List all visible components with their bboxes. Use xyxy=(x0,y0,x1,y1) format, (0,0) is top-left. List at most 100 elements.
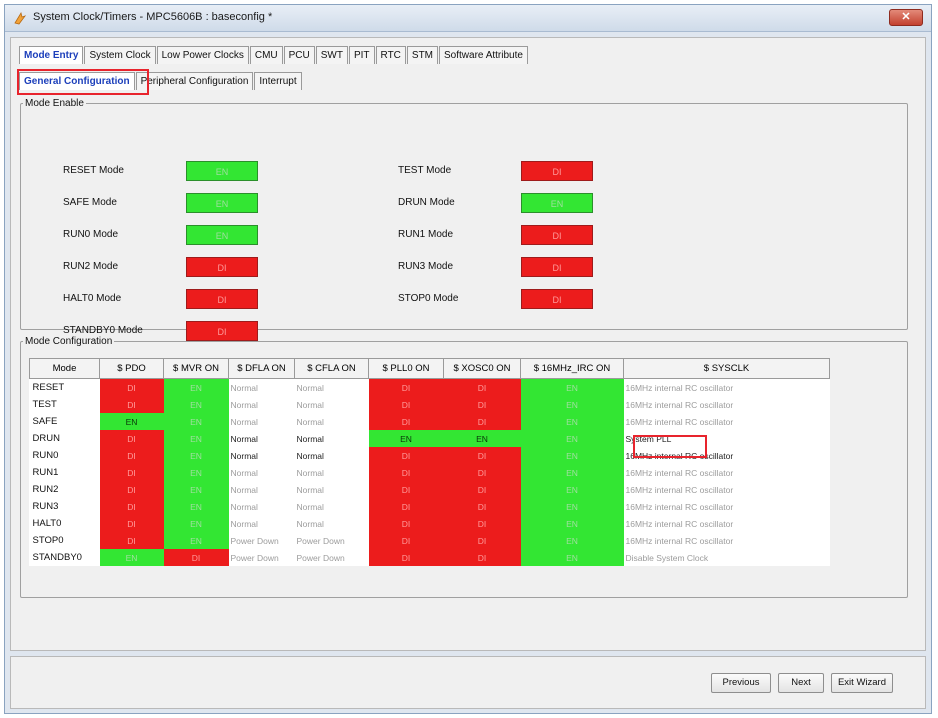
flash-mode-cell[interactable]: Normal xyxy=(229,430,295,447)
sysclk-cell[interactable]: 16MHz internal RC oscillator xyxy=(624,498,830,515)
toggle-cell[interactable]: EN xyxy=(163,464,229,481)
toggle-cell[interactable]: EN xyxy=(163,498,229,515)
flash-mode-cell[interactable]: Normal xyxy=(295,498,369,515)
toggle-cell[interactable]: DI xyxy=(99,481,164,498)
flash-mode-cell[interactable]: Normal xyxy=(229,379,295,397)
tab-system-clock[interactable]: System Clock xyxy=(84,46,156,64)
toggle-cell[interactable]: DI xyxy=(99,498,164,515)
toggle-cell[interactable]: DI xyxy=(368,378,444,396)
flash-mode-cell[interactable]: Normal xyxy=(229,481,295,498)
toggle-cell[interactable]: EN xyxy=(520,549,624,566)
previous-button[interactable]: Previous xyxy=(711,673,771,693)
sysclk-cell[interactable]: 16MHz internal RC oscillator xyxy=(624,396,830,413)
toggle-cell[interactable]: EN xyxy=(520,413,624,430)
table-row[interactable]: RUN2 DI EN Normal Normal DI DI EN 16MHz internal… xyxy=(30,481,830,498)
mode-enable-toggle[interactable]: EN xyxy=(186,193,258,213)
toggle-cell[interactable]: DI xyxy=(99,464,164,481)
flash-mode-cell[interactable]: Normal xyxy=(229,396,295,413)
toggle-cell[interactable]: DI xyxy=(368,498,444,515)
toggle-cell[interactable]: DI xyxy=(99,430,164,447)
subtab-general-configuration[interactable]: General Configuration xyxy=(19,72,135,90)
flash-mode-cell[interactable]: Power Down xyxy=(295,532,369,549)
flash-mode-cell[interactable]: Normal xyxy=(295,481,369,498)
toggle-cell[interactable]: EN xyxy=(520,396,624,413)
toggle-cell[interactable]: DI xyxy=(368,464,444,481)
toggle-cell[interactable]: EN xyxy=(163,481,229,498)
flash-mode-cell[interactable]: Normal xyxy=(229,498,295,515)
toggle-cell[interactable]: DI xyxy=(443,532,521,549)
flash-mode-cell[interactable]: Power Down xyxy=(229,549,295,566)
table-row[interactable]: HALT0 DI EN Normal Normal DI DI EN 16MHz interna… xyxy=(30,515,830,532)
flash-mode-cell[interactable]: Normal xyxy=(295,447,369,464)
mode-enable-toggle[interactable]: EN xyxy=(186,161,258,181)
toggle-cell[interactable]: DI xyxy=(368,515,444,532)
toggle-cell[interactable]: EN xyxy=(520,430,624,447)
subtab-peripheral-configuration[interactable]: Peripheral Configuration xyxy=(135,72,254,90)
mode-enable-toggle[interactable]: DI xyxy=(186,257,258,277)
toggle-cell[interactable]: DI xyxy=(443,378,521,396)
col-header-sysclk[interactable]: $ SYSCLK xyxy=(623,358,830,379)
toggle-cell[interactable]: EN xyxy=(99,549,164,566)
title-bar[interactable]: System Clock/Timers - MPC5606B : basecon… xyxy=(5,5,931,32)
mode-enable-toggle[interactable]: DI xyxy=(521,225,593,245)
tab-pit[interactable]: PIT xyxy=(348,46,375,64)
toggle-cell[interactable]: DI xyxy=(99,396,164,413)
toggle-cell[interactable]: EN xyxy=(163,413,229,430)
flash-mode-cell[interactable]: Normal xyxy=(229,515,295,532)
toggle-cell[interactable]: DI xyxy=(99,532,164,549)
sysclk-cell[interactable]: 16MHz internal RC oscillator xyxy=(624,379,830,397)
mode-enable-toggle[interactable]: EN xyxy=(521,193,593,213)
toggle-cell[interactable]: EN xyxy=(520,515,624,532)
flash-mode-cell[interactable]: Normal xyxy=(229,464,295,481)
table-row[interactable]: RESET DI EN Normal Normal DI DI EN 16MHz interna… xyxy=(30,378,830,397)
toggle-cell[interactable]: EN xyxy=(163,430,229,447)
toggle-cell[interactable]: EN xyxy=(443,430,521,447)
toggle-cell[interactable]: DI xyxy=(443,413,521,430)
col-header-mode[interactable]: Mode xyxy=(29,358,100,379)
col-header-pdo[interactable]: $ PDO xyxy=(99,358,164,379)
mode-enable-toggle[interactable]: DI xyxy=(521,161,593,181)
sysclk-cell[interactable]: 16MHz internal RC oscillator xyxy=(624,413,830,430)
toggle-cell[interactable]: DI xyxy=(443,549,521,566)
col-header-cfla-on[interactable]: $ CFLA ON xyxy=(294,358,369,379)
tab-swt[interactable]: SWT xyxy=(315,46,348,64)
col-header-16mhz-irc-on[interactable]: $ 16MHz_IRC ON xyxy=(520,358,624,379)
toggle-cell[interactable]: EN xyxy=(163,532,229,549)
tab-rtc[interactable]: RTC xyxy=(375,46,406,64)
sysclk-cell[interactable]: Disable System Clock xyxy=(624,549,830,566)
table-row[interactable]: RUN3 DI EN Normal Normal DI DI EN 16MHz internal… xyxy=(30,498,830,515)
flash-mode-cell[interactable]: Normal xyxy=(229,413,295,430)
toggle-cell[interactable]: EN xyxy=(163,447,229,464)
toggle-cell[interactable]: EN xyxy=(520,532,624,549)
toggle-cell[interactable]: DI xyxy=(368,447,444,464)
table-row[interactable]: STOP0 DI EN Power Down Power Down DI DI EN 16MHz… xyxy=(30,532,830,549)
toggle-cell[interactable]: EN xyxy=(520,498,624,515)
toggle-cell[interactable]: DI xyxy=(368,396,444,413)
toggle-cell[interactable]: DI xyxy=(368,549,444,566)
table-row[interactable]: TEST DI EN Normal Normal DI DI EN 16MHz internal… xyxy=(30,396,830,413)
mode-enable-toggle[interactable]: DI xyxy=(521,289,593,309)
toggle-cell[interactable]: DI xyxy=(163,549,229,566)
exit-wizard-button[interactable]: Exit Wizard xyxy=(831,673,893,693)
flash-mode-cell[interactable]: Normal xyxy=(295,515,369,532)
flash-mode-cell[interactable]: Normal xyxy=(295,379,369,397)
tab-cmu[interactable]: CMU xyxy=(249,46,283,64)
sysclk-cell[interactable]: 16MHz internal RC oscillator xyxy=(624,515,830,532)
toggle-cell[interactable]: EN xyxy=(99,413,164,430)
toggle-cell[interactable]: EN xyxy=(520,378,624,396)
toggle-cell[interactable]: EN xyxy=(163,396,229,413)
sysclk-cell[interactable]: 16MHz internal RC oscillator xyxy=(624,481,830,498)
toggle-cell[interactable]: DI xyxy=(443,447,521,464)
toggle-cell[interactable]: EN xyxy=(163,515,229,532)
toggle-cell[interactable]: EN xyxy=(368,430,444,447)
sysclk-cell[interactable]: System PLL xyxy=(624,430,830,447)
flash-mode-cell[interactable]: Normal xyxy=(295,464,369,481)
toggle-cell[interactable]: DI xyxy=(99,515,164,532)
toggle-cell[interactable]: DI xyxy=(443,396,521,413)
mode-enable-toggle[interactable]: DI xyxy=(186,289,258,309)
toggle-cell[interactable]: EN xyxy=(520,464,624,481)
sysclk-cell[interactable]: 16MHz internal RC oscillator xyxy=(624,464,830,481)
table-row[interactable]: RUN0 DI EN Normal Normal DI DI EN 16MHz internal… xyxy=(30,447,830,464)
mode-enable-toggle[interactable]: EN xyxy=(186,225,258,245)
toggle-cell[interactable]: DI xyxy=(443,498,521,515)
